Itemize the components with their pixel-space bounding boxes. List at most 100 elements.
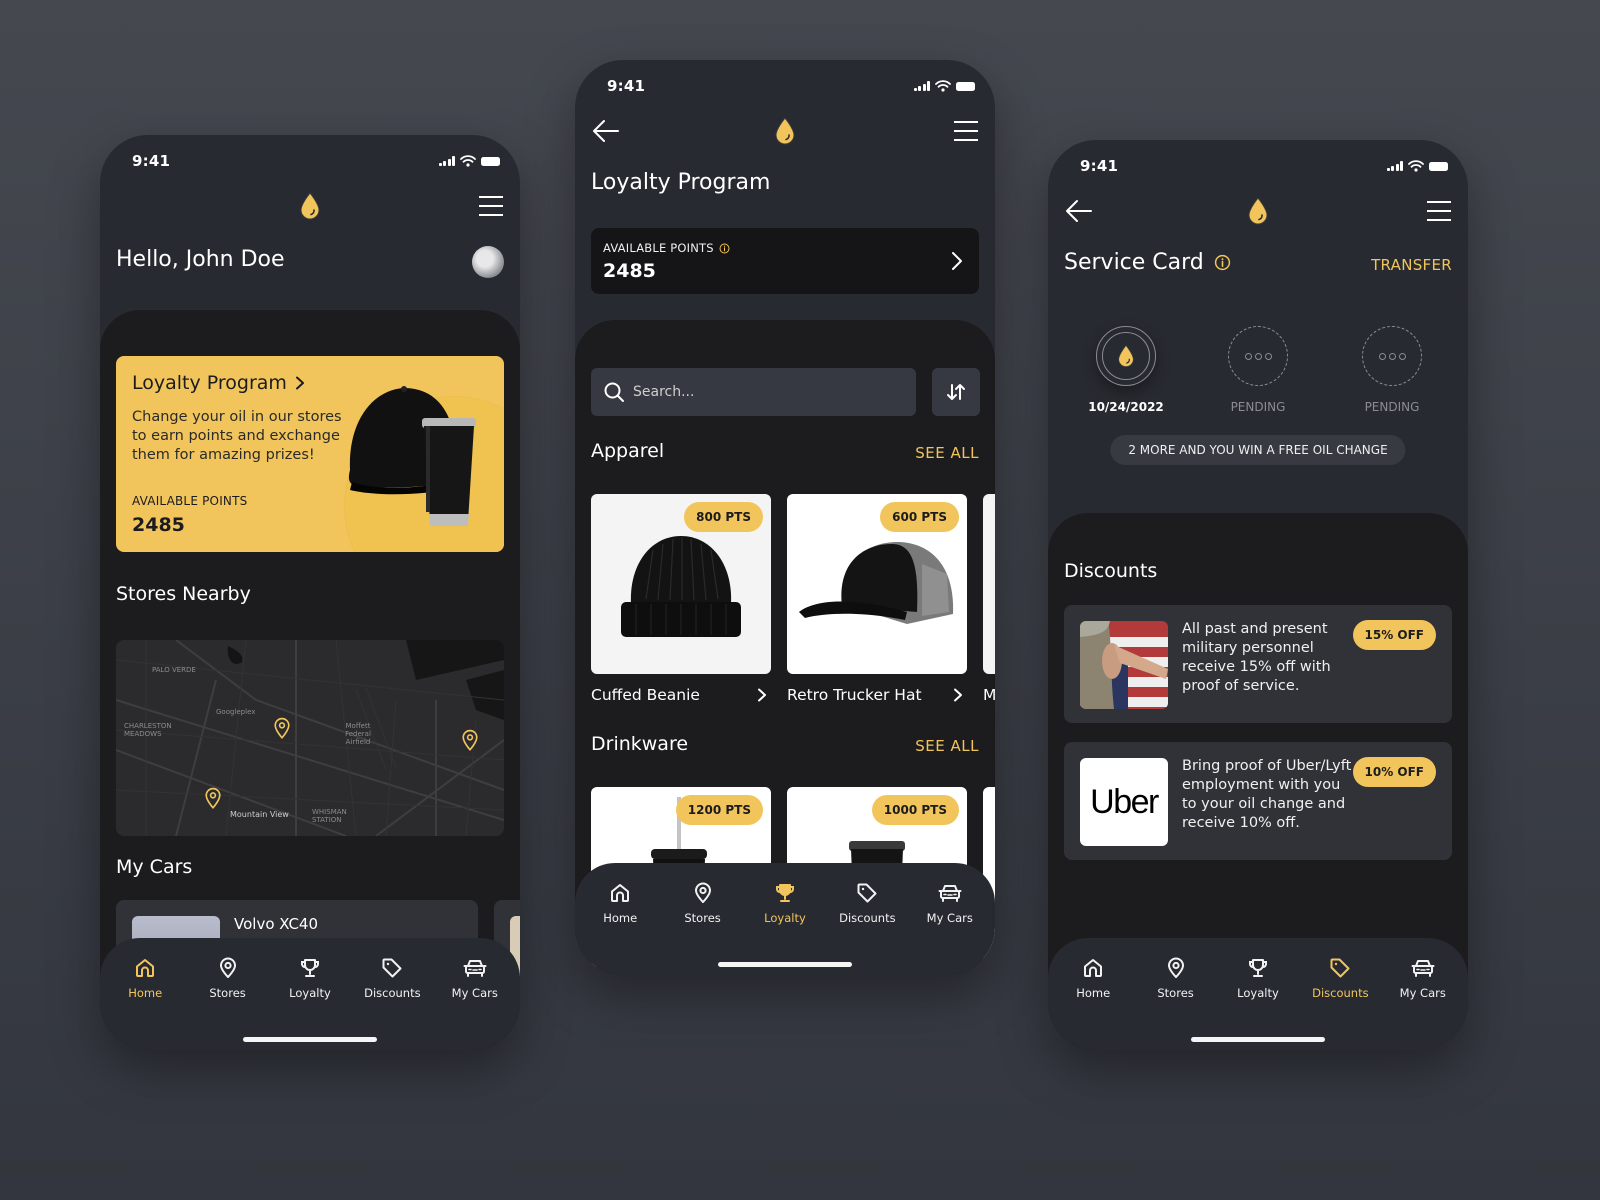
- map-label: CHARLESTON MEADOWS: [124, 722, 172, 738]
- back-arrow-icon[interactable]: [591, 118, 621, 144]
- sort-icon: [947, 384, 965, 400]
- phone-service-card-screen: 9:41 Service Card TRANSFER 10/24/2022 PE…: [1048, 140, 1468, 1050]
- battery-icon: [481, 156, 500, 166]
- greeting: Hello, John Doe: [116, 247, 285, 272]
- tab-loyalty[interactable]: Loyalty: [745, 881, 825, 925]
- status-bar: 9:41: [607, 76, 975, 96]
- map-label: WHISMAN STATION: [312, 808, 347, 824]
- my-cars-title: My Cars: [116, 856, 193, 878]
- chevron-right-icon: [952, 252, 962, 270]
- home-icon: [133, 956, 157, 980]
- back-arrow-icon[interactable]: [1064, 198, 1094, 224]
- product-card[interactable]: 800 PTS Cuffed Beanie: [591, 494, 771, 704]
- stamp-circle-pending: [1362, 326, 1422, 386]
- points-badge: 1200 PTS: [675, 795, 763, 825]
- stores-map[interactable]: PALO VERDE CHARLESTON MEADOWS Googleplex…: [116, 640, 504, 836]
- top-bar: [116, 189, 504, 223]
- discounts-title: Discounts: [1064, 560, 1158, 582]
- product-name: Cuffed Beanie: [591, 686, 700, 704]
- tab-home[interactable]: Home: [105, 956, 185, 1000]
- drinkware-see-all-link[interactable]: SEE ALL: [915, 737, 979, 755]
- phone-home-screen: 9:41 Hello, John Doe Loyalty Program Cha…: [100, 135, 520, 1050]
- store-pin-icon[interactable]: [273, 716, 291, 740]
- map-label: PALO VERDE: [152, 666, 196, 674]
- tab-loyalty[interactable]: Loyalty: [1218, 956, 1298, 1000]
- tab-label: My Cars: [926, 911, 973, 925]
- page-title: Service Card: [1064, 250, 1204, 275]
- tab-loyalty[interactable]: Loyalty: [270, 956, 350, 1000]
- trophy-icon: [773, 881, 797, 905]
- discount-card[interactable]: All past and present military personnel …: [1064, 605, 1452, 723]
- apparel-see-all-link[interactable]: SEE ALL: [915, 444, 979, 462]
- tab-label: Discounts: [1312, 986, 1369, 1000]
- product-name: Retro Trucker Hat: [787, 686, 922, 704]
- product-image: [983, 494, 995, 674]
- stamp-date: 10/24/2022: [1088, 400, 1164, 414]
- points-badge: 600 PTS: [880, 502, 959, 532]
- tab-discounts[interactable]: Discounts: [352, 956, 432, 1000]
- tab-home[interactable]: Home: [580, 881, 660, 925]
- info-icon[interactable]: [1214, 254, 1231, 271]
- search-icon: [604, 382, 624, 402]
- tab-label: Discounts: [364, 986, 421, 1000]
- menu-icon[interactable]: [1426, 200, 1452, 222]
- info-icon[interactable]: [719, 243, 730, 254]
- status-icons: [913, 80, 975, 92]
- tab-discounts[interactable]: Discounts: [827, 881, 907, 925]
- tag-icon: [1328, 956, 1352, 980]
- store-pin-icon[interactable]: [204, 786, 222, 810]
- product-image: 600 PTS: [787, 494, 967, 674]
- map-label: Moffett Federal Airfield: [345, 722, 371, 746]
- available-points-panel[interactable]: AVAILABLE POINTS 2485: [591, 228, 979, 294]
- tab-label: Home: [603, 911, 638, 925]
- points-label: AVAILABLE POINTS: [132, 494, 248, 508]
- tab-label: My Cars: [451, 986, 498, 1000]
- tab-label: Loyalty: [1237, 986, 1279, 1000]
- stores-nearby-title: Stores Nearby: [116, 583, 251, 605]
- discount-card[interactable]: Uber Bring proof of Uber/Lyft employment…: [1064, 742, 1452, 860]
- top-bar: [1064, 194, 1452, 228]
- tab-my-cars[interactable]: My Cars: [435, 956, 515, 1000]
- tab-stores[interactable]: Stores: [188, 956, 268, 1000]
- signal-icon: [438, 156, 455, 166]
- menu-icon[interactable]: [953, 120, 979, 142]
- transfer-button[interactable]: TRANSFER: [1371, 256, 1452, 274]
- product-name: Me: [983, 686, 995, 704]
- tab-my-cars[interactable]: My Cars: [1383, 956, 1463, 1000]
- oil-drop-logo-icon: [299, 192, 321, 220]
- home-indicator: [718, 962, 852, 967]
- wifi-icon: [1408, 160, 1424, 172]
- tab-home[interactable]: Home: [1053, 956, 1133, 1000]
- home-icon: [1081, 956, 1105, 980]
- search-input[interactable]: [633, 384, 893, 400]
- store-pin-icon[interactable]: [461, 728, 479, 752]
- home-indicator: [1191, 1037, 1325, 1042]
- tab-stores[interactable]: Stores: [663, 881, 743, 925]
- page-title: Loyalty Program: [591, 170, 771, 195]
- search-field[interactable]: [591, 368, 916, 416]
- status-bar: 9:41: [1080, 156, 1448, 176]
- tab-discounts[interactable]: Discounts: [1300, 956, 1380, 1000]
- stamp-status: PENDING: [1230, 400, 1286, 414]
- reward-progress-message: 2 MORE AND YOU WIN A FREE OIL CHANGE: [1110, 435, 1406, 465]
- chevron-right-icon: [953, 688, 963, 702]
- points-value: 2485: [132, 514, 185, 536]
- avatar[interactable]: [472, 246, 504, 278]
- more-dots-icon: [1378, 352, 1406, 360]
- tab-label: Discounts: [839, 911, 896, 925]
- product-card[interactable]: Me: [983, 494, 995, 704]
- loyalty-program-card[interactable]: Loyalty Program Change your oil in our s…: [116, 356, 504, 552]
- product-card[interactable]: 600 PTS Retro Trucker Hat: [787, 494, 967, 704]
- tag-icon: [380, 956, 404, 980]
- military-salute-image: [1080, 621, 1168, 709]
- loyalty-card-title-row: Loyalty Program: [132, 372, 305, 394]
- oil-drop-icon: [1117, 344, 1135, 368]
- stamp-circle-done: [1096, 326, 1156, 386]
- car-name: Volvo XC40: [234, 915, 319, 933]
- location-pin-icon: [216, 956, 240, 980]
- menu-icon[interactable]: [478, 195, 504, 217]
- sort-button[interactable]: [932, 368, 980, 416]
- tab-stores[interactable]: Stores: [1136, 956, 1216, 1000]
- tab-my-cars[interactable]: My Cars: [910, 881, 990, 925]
- top-bar: [591, 114, 979, 148]
